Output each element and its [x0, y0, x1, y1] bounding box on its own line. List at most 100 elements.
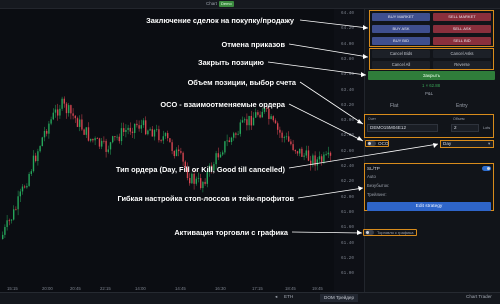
candle-body — [87, 127, 90, 141]
volume-input[interactable]: 2 — [451, 124, 479, 132]
candle-body — [59, 108, 61, 116]
candle-body — [160, 140, 162, 141]
oco-toggle[interactable] — [367, 141, 376, 146]
candle-body — [318, 156, 321, 160]
candle-body — [123, 128, 125, 132]
candle-body — [136, 123, 138, 126]
candle-body — [112, 136, 114, 143]
candle-body — [288, 136, 290, 142]
candle-body — [10, 219, 13, 221]
candle-body — [217, 153, 219, 158]
candle-body — [261, 111, 263, 118]
candle-body — [193, 173, 195, 184]
candle-body — [296, 151, 299, 154]
candle-body — [101, 140, 103, 147]
candle-body — [116, 136, 118, 138]
candle-body — [178, 149, 180, 152]
callout-cancel-orders: Отмена приказов — [221, 40, 285, 49]
candle-body — [215, 153, 217, 165]
candle-body — [162, 136, 164, 141]
chart-trader-tab[interactable]: Chart Trader — [466, 294, 492, 299]
price-tick-label: 62.20 — [341, 179, 354, 185]
candle-body — [301, 148, 303, 157]
chart-trading-label: Торговля с графика — [377, 230, 414, 235]
candle-body — [226, 140, 228, 142]
dom-trader-tab[interactable]: DOM Трейдер — [320, 294, 359, 302]
chevron-down-icon: ▾ — [488, 141, 491, 146]
candle-body — [41, 137, 43, 147]
candle-body — [39, 146, 41, 152]
candle-body — [85, 127, 87, 135]
candle-body — [323, 154, 325, 162]
account-label: Счет — [368, 117, 376, 121]
candle-body — [200, 178, 202, 189]
candle-body — [329, 152, 332, 156]
candle-body — [90, 138, 92, 141]
candle-body — [230, 137, 233, 142]
candle-body — [96, 138, 98, 139]
cancel-buttons-highlight — [369, 48, 494, 70]
candle-body — [167, 133, 169, 139]
candle-body — [24, 186, 26, 188]
candle-body — [294, 150, 296, 152]
candle-body — [169, 138, 171, 143]
candle-body — [107, 149, 109, 152]
candle-body — [79, 119, 81, 127]
candle-body — [92, 138, 94, 141]
candle-body — [151, 129, 153, 137]
candle-body — [252, 117, 255, 126]
position-info: 1 × 62.88 — [422, 83, 441, 88]
candle-body — [173, 150, 175, 157]
sltp-label: SL/TP — [367, 166, 380, 171]
candle-body — [19, 191, 21, 197]
price-tick-label: 64.00 — [341, 41, 354, 47]
candle-body — [70, 105, 72, 114]
candle-body — [28, 173, 30, 186]
order-type-select[interactable]: Day — [440, 140, 494, 148]
price-tick-label: 63.20 — [341, 102, 354, 108]
candlestick-chart[interactable] — [0, 9, 334, 286]
candle-body — [138, 125, 140, 129]
candle-body — [239, 122, 241, 134]
price-tick-label: 62.00 — [341, 194, 354, 200]
account-select[interactable]: DEMO15M04E12 — [367, 124, 438, 132]
window-title-bar — [0, 0, 500, 9]
candle-body — [171, 142, 173, 151]
candle-body — [4, 227, 6, 235]
candle-body — [118, 136, 120, 142]
oco-label: OCO — [378, 141, 389, 146]
candle-body — [129, 127, 131, 132]
edit-strategy-button[interactable]: Edit strategy — [367, 202, 491, 211]
scroll-left-icon[interactable]: ◂ — [275, 294, 277, 300]
candle-body — [2, 234, 4, 239]
candle-body — [175, 149, 178, 157]
candle-body — [248, 115, 250, 126]
candle-body — [202, 181, 204, 189]
close-position-button[interactable]: Закрыть — [368, 71, 495, 80]
lots-label: Lots — [483, 126, 491, 130]
candle-body — [219, 154, 222, 158]
candle-body — [83, 129, 85, 135]
candle-body — [156, 129, 158, 131]
candle-body — [164, 133, 167, 137]
candle-body — [65, 103, 68, 114]
price-tick-label: 63.60 — [341, 72, 354, 78]
price-tick-label: 63.80 — [341, 56, 354, 62]
candle-body — [17, 196, 19, 210]
session-selector[interactable]: ETH — [284, 294, 293, 299]
candle-body — [26, 185, 28, 188]
candle-body — [246, 119, 248, 126]
callout-sltp: Гибкая настройка стоп-лоссов и тейк-проф… — [117, 194, 294, 203]
candle-body — [327, 152, 329, 155]
price-tick-label: 64.40 — [341, 11, 354, 16]
candle-body — [158, 129, 160, 141]
candle-body — [314, 155, 316, 166]
candle-body — [250, 115, 252, 126]
chart-trading-toggle[interactable] — [365, 230, 374, 235]
candle-body — [13, 209, 15, 220]
flat-label: Flat — [390, 103, 399, 109]
candle-body — [285, 136, 288, 138]
candle-body — [52, 112, 54, 120]
sltp-toggle[interactable] — [482, 166, 491, 171]
candle-body — [224, 141, 226, 153]
